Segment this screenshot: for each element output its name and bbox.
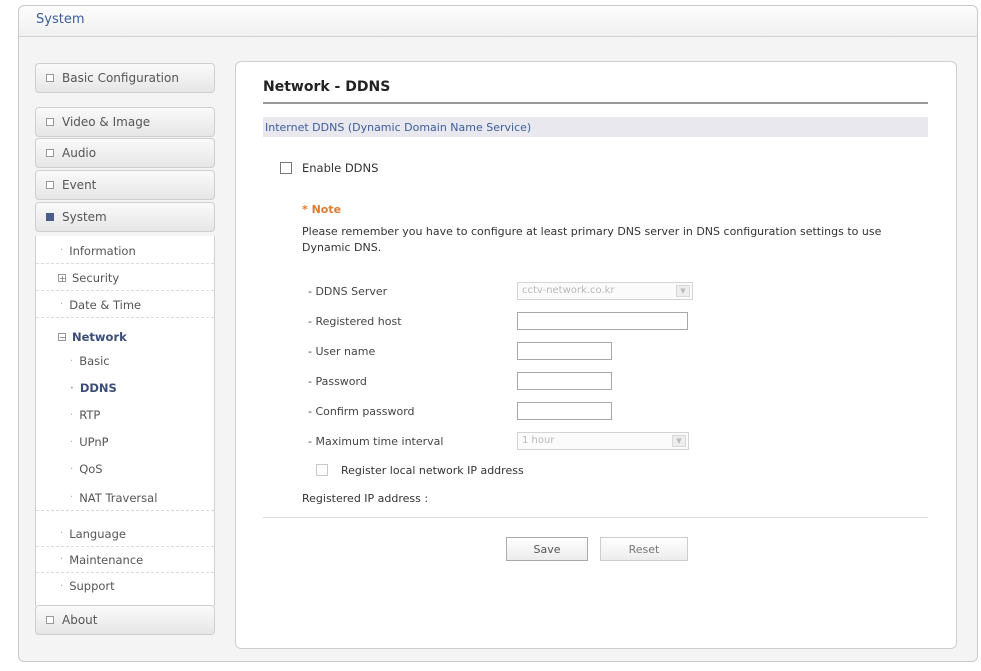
sidebar-item-qos[interactable]: · QoS [36,456,214,482]
ddns-server-select[interactable]: cctv-network.co.kr ▼ [517,282,693,300]
sidebar-basic-configuration[interactable]: Basic Configuration [35,63,215,93]
save-button[interactable]: Save [506,537,588,561]
sidebar-item-label: Basic Configuration [62,71,179,85]
expand-icon [46,74,54,82]
user-name-label: - User name [308,345,376,358]
sidebar-item-label: QoS [79,462,103,476]
title-divider [263,102,928,104]
sidebar-item-label: DDNS [79,381,117,395]
sidebar-item-label: Language [69,526,126,541]
section-header: Internet DDNS (Dynamic Domain Name Servi… [263,117,928,137]
window-title: System [36,12,85,27]
reset-button[interactable]: Reset [600,537,688,561]
sidebar-event[interactable]: Event [35,170,215,200]
sidebar-item-label: Information [69,243,136,258]
sidebar-item-rtp[interactable]: · RTP [36,402,214,428]
sidebar-system[interactable]: System [35,202,215,232]
bullet-icon: · [60,528,64,539]
collapse-icon: − [58,333,66,342]
top-bar: System [19,6,977,37]
bullet-icon: · [70,355,74,367]
registered-host-input[interactable] [517,312,688,330]
sidebar-item-maintenance[interactable]: · Maintenance [36,547,214,573]
sidebar-item-basic[interactable]: · Basic [36,348,214,374]
bullet-icon: · [70,436,74,448]
sidebar-item-nat-traversal[interactable]: · NAT Traversal [36,485,214,511]
note-title: * Note [302,203,342,216]
sidebar-item-label: RTP [79,408,101,422]
sidebar-item-ddns[interactable]: · DDNS [36,375,214,401]
sidebar-item-label: Maintenance [69,552,144,567]
bullet-icon: · [60,554,64,565]
collapse-icon [46,213,54,221]
sidebar-item-label: UPnP [79,435,109,449]
sidebar-item-date-time[interactable]: · Date & Time [36,292,214,318]
enable-ddns-checkbox[interactable] [280,162,292,174]
sidebar-item-security[interactable]: + Security [36,265,214,291]
system-submenu: · Information + Security · Date & Time −… [35,236,215,606]
sidebar-item-support[interactable]: · Support [36,573,214,599]
max-interval-value: 1 hour [522,435,555,446]
sidebar-item-label: Support [69,579,115,593]
ddns-server-value: cctv-network.co.kr [522,285,615,296]
registered-ip-label: Registered IP address : [302,492,429,505]
sidebar-item-label: Network [72,330,127,344]
max-interval-label: - Maximum time interval [308,435,444,448]
ddns-server-label: - DDNS Server [308,285,388,298]
sidebar-item-label: NAT Traversal [79,490,158,505]
divider [263,517,928,518]
bullet-icon: · [60,245,64,256]
sidebar-video-image[interactable]: Video & Image [35,107,215,137]
content-panel: Network - DDNS Internet DDNS (Dynamic Do… [235,61,957,649]
enable-ddns-label: Enable DDNS [302,161,379,175]
registered-host-label: - Registered host [308,315,402,328]
user-name-input[interactable] [517,342,612,360]
note-text: Please remember you have to configure at… [302,225,882,254]
chevron-down-icon: ▼ [676,285,690,297]
app-window: System Basic Configuration Video & Image… [18,5,978,662]
register-local-ip-checkbox[interactable] [316,464,328,476]
sidebar-item-information[interactable]: · Information [36,238,214,264]
sidebar-item-label: Basic [79,354,110,368]
sidebar-item-label: About [62,613,98,627]
sidebar-item-label: Date & Time [69,297,142,312]
password-input[interactable] [517,372,612,390]
sidebar-item-network[interactable]: − Network [36,324,214,350]
bullet-icon: · [70,492,74,503]
confirm-password-input[interactable] [517,402,612,420]
register-local-ip-label: Register local network IP address [341,464,524,477]
sidebar-audio[interactable]: Audio [35,138,215,168]
expand-icon [46,181,54,189]
bullet-icon: · [60,299,64,310]
sidebar-item-label: Event [62,178,97,192]
confirm-password-label: - Confirm password [308,405,415,418]
password-label: - Password [308,375,367,388]
page-title: Network - DDNS [263,79,391,95]
bullet-icon: · [70,463,74,475]
bullet-icon: · [70,382,74,394]
sidebar-item-label: System [62,210,107,224]
expand-icon [46,616,54,624]
sidebar-item-label: Audio [62,146,97,160]
sidebar-about[interactable]: About [35,605,215,635]
chevron-down-icon: ▼ [672,435,686,447]
max-interval-select[interactable]: 1 hour ▼ [517,432,689,450]
sidebar-item-language[interactable]: · Language [36,521,214,547]
expand-icon [46,118,54,126]
expand-icon [46,149,54,157]
bullet-icon: · [70,409,74,421]
sidebar-item-label: Video & Image [62,115,151,129]
expand-icon: + [58,273,66,283]
bullet-icon: · [60,580,64,592]
sidebar-item-label: Security [72,270,120,285]
sidebar-item-upnp[interactable]: · UPnP [36,429,214,455]
